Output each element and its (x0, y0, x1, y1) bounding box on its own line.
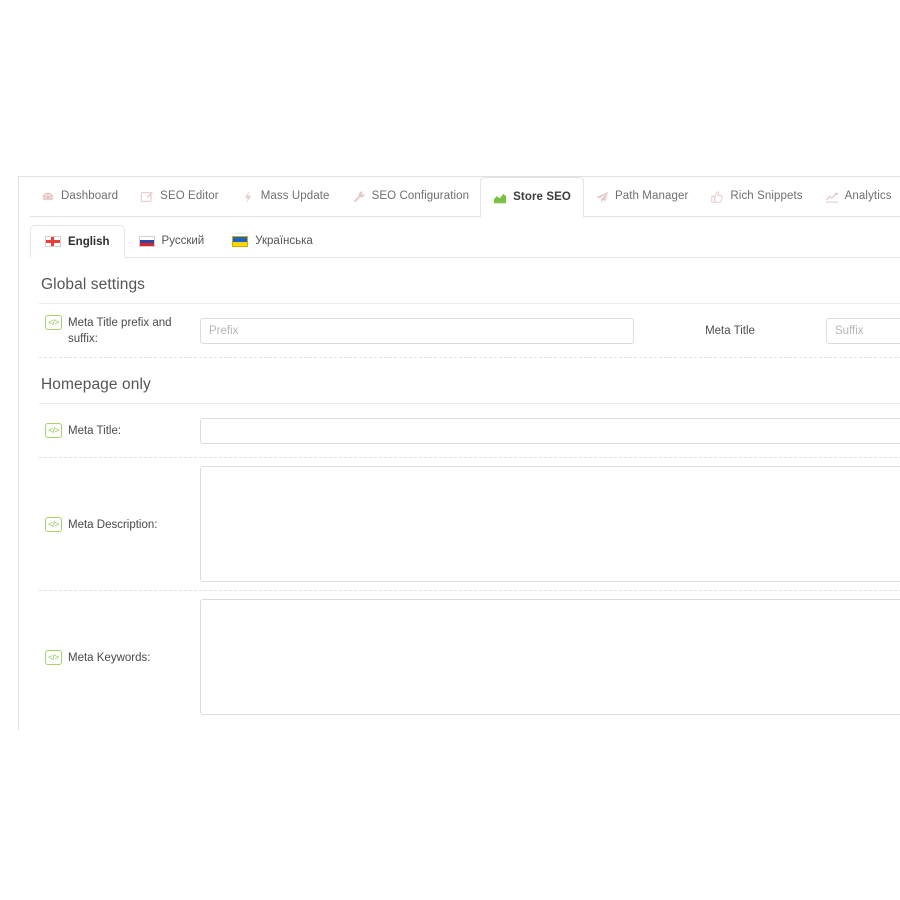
row-homepage-meta-keywords: </> Meta Keywords: (39, 591, 900, 723)
tab-rich-snippets-label: Rich Snippets (730, 190, 803, 203)
label-text: Meta Keywords: (68, 651, 151, 664)
meta-title-suffix-input[interactable] (826, 317, 900, 344)
screenshot-root: Dashboard SEO Editor Mass Update SEO Con… (0, 0, 900, 900)
tab-path-manager-label: Path Manager (614, 190, 689, 203)
tab-store-seo-label: Store SEO (513, 190, 571, 203)
section-title-global-settings: Global settings (39, 258, 900, 304)
tab-seo-editor[interactable]: SEO Editor (129, 177, 230, 217)
field-homepage-meta-title (200, 410, 900, 452)
seo-module-panel: Dashboard SEO Editor Mass Update SEO Con… (18, 176, 900, 730)
thumbs-up-icon (710, 190, 724, 204)
wrench-icon (352, 190, 366, 204)
code-badge-icon: </> (45, 649, 62, 665)
row-meta-title-prefix-suffix: </> Meta Title prefix and suffix: Meta T… (39, 304, 900, 358)
field-meta-title-prefix-suffix: Meta Title (200, 310, 900, 352)
language-tab-ukrainian[interactable]: Українська (218, 225, 327, 257)
tab-analytics[interactable]: Analytics (814, 177, 900, 217)
row-homepage-meta-description: </> Meta Description: (39, 458, 900, 591)
tab-dashboard[interactable]: Dashboard (30, 177, 129, 217)
tab-seo-editor-label: SEO Editor (160, 190, 219, 203)
label-homepage-meta-description: </> Meta Description: (39, 512, 200, 537)
language-tab-bar: English Русский Українська (19, 225, 900, 258)
code-badge-icon: </> (45, 315, 62, 330)
label-homepage-meta-keywords: </> Meta Keywords: (39, 645, 200, 670)
dashboard-icon (41, 190, 55, 204)
flag-ru-icon (138, 235, 155, 247)
meta-title-middle-label: Meta Title (705, 324, 755, 337)
label-homepage-meta-title: </> Meta Title: (39, 418, 200, 443)
tab-rich-snippets[interactable]: Rich Snippets (699, 177, 813, 217)
tab-mass-update-label: Mass Update (260, 190, 330, 203)
tab-seo-configuration[interactable]: SEO Configuration (341, 177, 481, 217)
tab-analytics-label: Analytics (844, 190, 892, 203)
flag-ua-icon (232, 235, 249, 247)
label-text: Meta Description: (68, 518, 158, 531)
line-chart-icon (825, 190, 839, 204)
field-homepage-meta-keywords (200, 591, 900, 723)
code-badge-icon: </> (45, 423, 62, 438)
bolt-icon (241, 190, 255, 204)
label-text: Meta Title: (68, 425, 122, 437)
language-tab-english-label: English (68, 235, 110, 248)
tab-store-seo[interactable]: Store SEO (480, 177, 584, 218)
row-homepage-meta-title: </> Meta Title: (39, 404, 900, 458)
language-tab-english[interactable]: English (30, 225, 125, 258)
paper-plane-icon (595, 190, 609, 204)
section-title-homepage-only: Homepage only (39, 358, 900, 404)
language-tab-russian-label: Русский (161, 235, 205, 247)
language-tab-ukrainian-label: Українська (255, 235, 313, 247)
tab-path-manager[interactable]: Path Manager (584, 177, 699, 217)
homepage-meta-title-input[interactable] (200, 417, 900, 444)
tab-seo-configuration-label: SEO Configuration (371, 190, 470, 203)
area-chart-icon (493, 191, 507, 205)
label-meta-title-prefix-suffix: </> Meta Title prefix and suffix: (39, 310, 200, 351)
tab-mass-update[interactable]: Mass Update (230, 177, 341, 217)
label-text: Meta Title prefix and suffix: (68, 317, 172, 345)
homepage-meta-keywords-textarea[interactable] (200, 599, 900, 715)
code-badge-icon: </> (45, 516, 62, 532)
edit-square-icon (140, 190, 154, 204)
homepage-meta-description-textarea[interactable] (200, 466, 900, 582)
field-homepage-meta-description (200, 458, 900, 590)
tab-dashboard-label: Dashboard (61, 190, 119, 203)
meta-title-prefix-input[interactable] (200, 317, 634, 344)
flag-uk-icon (45, 236, 61, 247)
language-tab-russian[interactable]: Русский (125, 225, 219, 257)
module-tab-bar: Dashboard SEO Editor Mass Update SEO Con… (19, 177, 900, 218)
store-seo-form: Global settings </> Meta Title prefix an… (19, 258, 900, 723)
